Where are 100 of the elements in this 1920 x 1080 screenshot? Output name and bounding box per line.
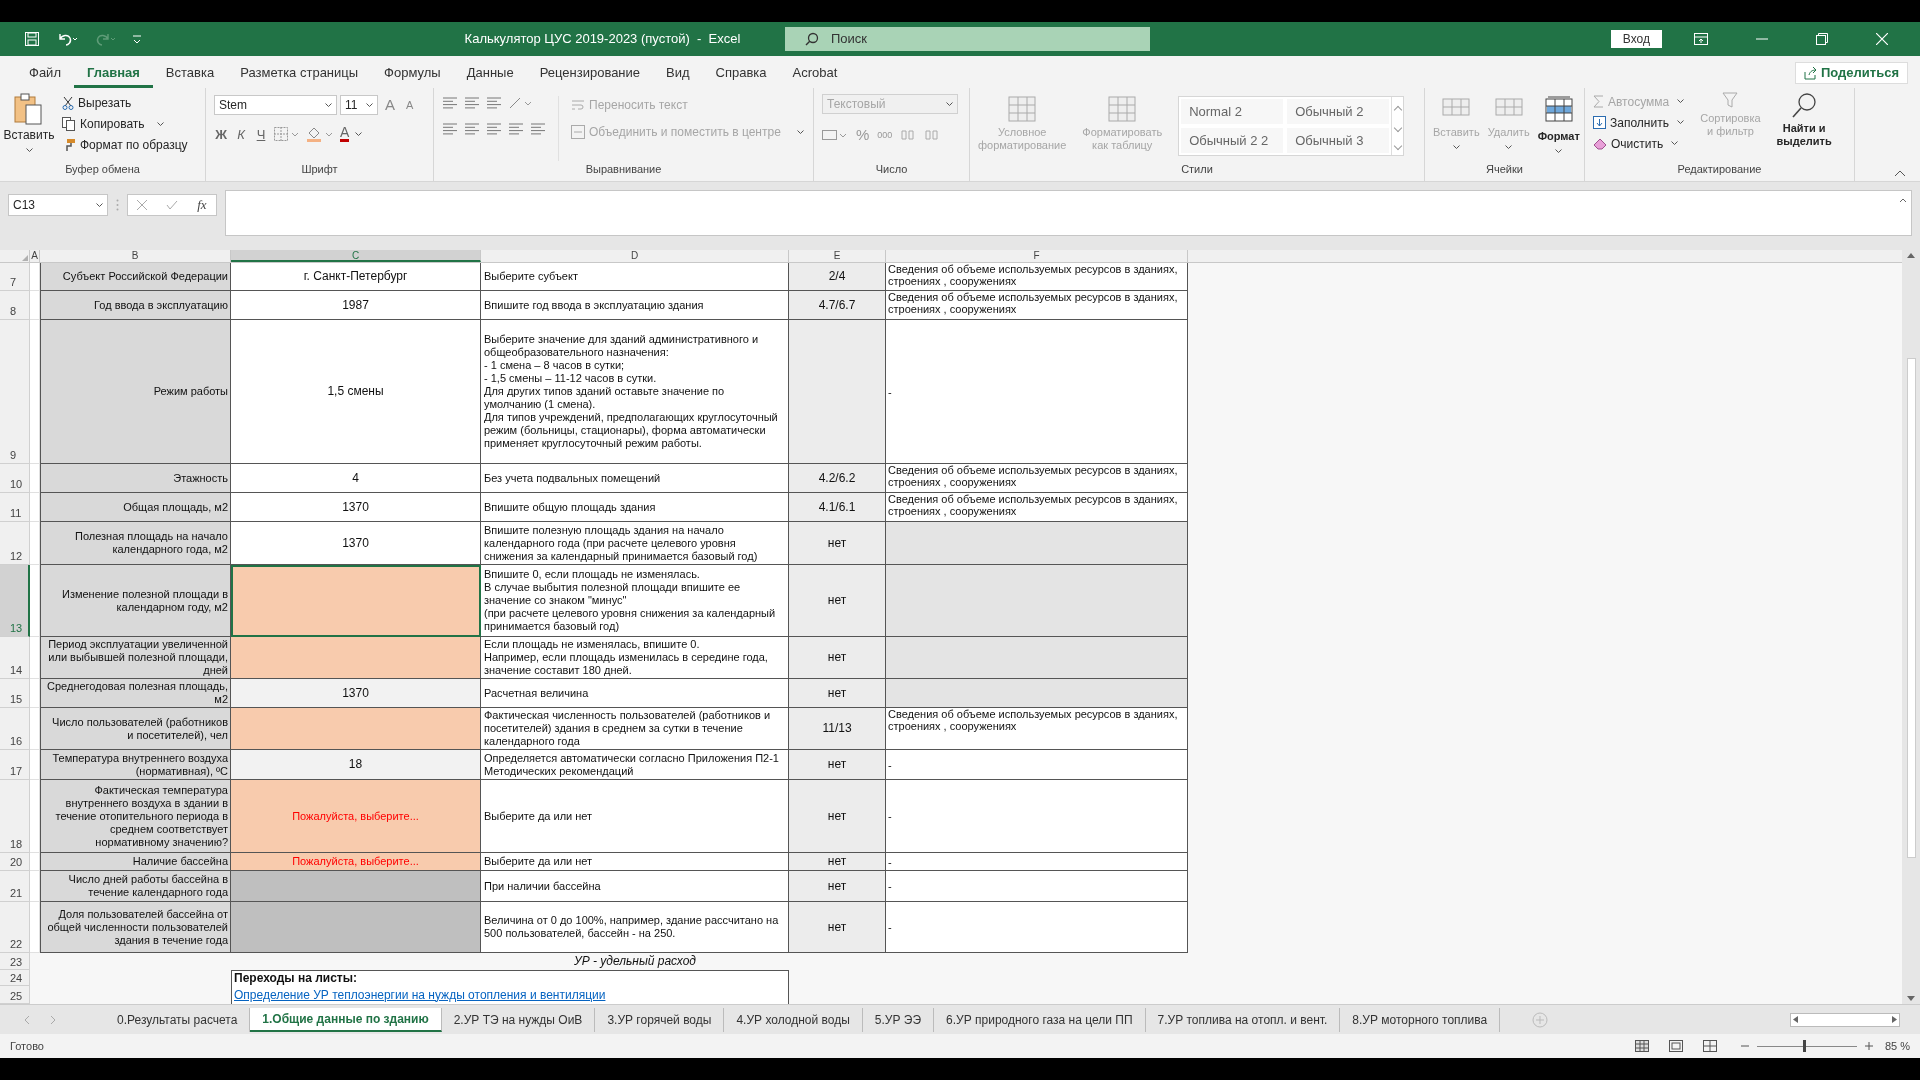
- row-header[interactable]: 10: [0, 464, 30, 493]
- reference-cell[interactable]: нет: [789, 902, 886, 953]
- underline-button[interactable]: Ч: [254, 124, 268, 144]
- value-cell[interactable]: 4: [231, 464, 481, 493]
- zoom-level-text[interactable]: 85 %: [1884, 1037, 1910, 1055]
- italic-button[interactable]: К: [234, 124, 248, 144]
- sheet-tab[interactable]: 3.УР горячей воды: [595, 1007, 725, 1032]
- row-header[interactable]: 8: [0, 291, 30, 320]
- currency-icon[interactable]: [822, 128, 848, 143]
- hint-cell[interactable]: Фактическая численность пользователей (работников и посетителей) здания в среднем за сутки в течение календарного года: [481, 708, 789, 750]
- input-cell[interactable]: [231, 637, 481, 679]
- format-cells-button[interactable]: Формат: [1537, 96, 1580, 154]
- hint-cell[interactable]: Выберите субъект: [481, 263, 789, 291]
- reference-cell[interactable]: нет: [789, 780, 886, 853]
- cell-style-item[interactable]: Обычный 2: [1287, 99, 1390, 124]
- formula-input[interactable]: [225, 190, 1912, 236]
- source-cell[interactable]: Сведения об объеме используемых ресурсов в зданиях, строениях , сооружениях: [886, 464, 1188, 493]
- reference-cell[interactable]: нет: [789, 565, 886, 637]
- ribbon-tab[interactable]: Acrobat: [779, 62, 851, 88]
- zoom-out-icon[interactable]: [1740, 1042, 1749, 1050]
- reference-cell[interactable]: нет: [789, 853, 886, 871]
- orientation-icon[interactable]: [508, 96, 532, 110]
- row-header[interactable]: 20: [0, 853, 30, 871]
- ribbon-tab[interactable]: Вставка: [152, 62, 228, 88]
- reference-cell[interactable]: [789, 320, 886, 464]
- sheet-tab[interactable]: 8.УР моторного топлива: [1340, 1007, 1501, 1032]
- align-center-icon[interactable]: [464, 122, 480, 136]
- column-header[interactable]: A: [30, 250, 40, 262]
- source-cell[interactable]: [886, 565, 1188, 637]
- label-cell[interactable]: Режим работы: [40, 320, 231, 464]
- page-break-icon[interactable]: [1702, 1040, 1717, 1052]
- fill-button[interactable]: Заполнить: [1593, 113, 1685, 132]
- ribbon-tab[interactable]: Данные: [453, 62, 527, 88]
- cell-style-item[interactable]: Обычный 3: [1287, 128, 1390, 153]
- reference-cell[interactable]: 4.7/6.7: [789, 291, 886, 320]
- row-header[interactable]: 12: [0, 522, 30, 565]
- sheet-tab[interactable]: 5.УР ЭЭ: [862, 1007, 935, 1032]
- sign-in-button[interactable]: Вход: [1610, 30, 1662, 48]
- source-cell[interactable]: -: [886, 871, 1188, 902]
- reference-cell[interactable]: 11/13: [789, 708, 886, 750]
- label-cell[interactable]: Число дней работы бассейна в течение календарного года: [40, 871, 231, 902]
- hint-cell[interactable]: Впишите полезную площадь здания на начало календарного года (при расчете целевого уровня снижения за календарный принимается базовый год): [481, 522, 789, 565]
- label-cell[interactable]: Число пользователей (работников и посетителей), чел: [40, 708, 231, 750]
- row-header[interactable]: 15: [0, 679, 30, 708]
- cut-button[interactable]: Вырезать: [62, 94, 188, 112]
- cell-style-item[interactable]: Normal 2: [1181, 99, 1284, 124]
- value-cell[interactable]: 1370: [231, 679, 481, 708]
- source-cell[interactable]: -: [886, 750, 1188, 780]
- save-icon[interactable]: [24, 31, 40, 47]
- label-cell[interactable]: Полезная площадь на начало календарного года, м2: [40, 522, 231, 565]
- align-bottom-icon[interactable]: [486, 96, 502, 110]
- clear-button[interactable]: Очистить: [1593, 134, 1685, 153]
- label-cell[interactable]: Наличие бассейна: [40, 853, 231, 871]
- ribbon-display-icon[interactable]: [1694, 33, 1708, 45]
- ribbon-tab[interactable]: Формулы: [371, 62, 454, 88]
- normal-view-icon[interactable]: [1634, 1040, 1649, 1052]
- next-sheet-icon[interactable]: [50, 1015, 56, 1024]
- name-box[interactable]: C13: [8, 194, 108, 216]
- bold-button[interactable]: Ж: [214, 124, 228, 144]
- label-cell[interactable]: Общая площадь, м2: [40, 493, 231, 522]
- label-cell[interactable]: Изменение полезной площади в календарном году, м2: [40, 565, 231, 637]
- hint-cell[interactable]: Впишите общую площадь здания: [481, 493, 789, 522]
- reference-cell[interactable]: 2/4: [789, 263, 886, 291]
- fill-color-icon[interactable]: [306, 126, 334, 143]
- source-cell[interactable]: Сведения об объеме используемых ресурсов в зданиях, строениях , сооружениях: [886, 708, 1188, 750]
- hint-cell[interactable]: Выберите значение для зданий административного и общеобразовательного назначения: - 1 смена – 8 часов в сутки; - 1,5 смены – 11-12 часов в сутки. Для других типов зданий оставьте значение по умолчанию (1 смена). Для типов учреждений, предполагающих круглосуточный режим (больницы, стационары), форма автоматически применяет круглосуточный режим работы.: [481, 320, 789, 464]
- borders-icon[interactable]: [274, 127, 300, 142]
- label-cell[interactable]: Этажность: [40, 464, 231, 493]
- decrease-indent-icon[interactable]: [508, 122, 524, 136]
- column-header[interactable]: F: [886, 250, 1188, 262]
- input-cell[interactable]: [231, 565, 481, 637]
- enter-icon[interactable]: [166, 200, 179, 210]
- hint-cell[interactable]: Величина от 0 до 100%, например, здание рассчитано на 500 пользователей, бассейн - на 250.: [481, 902, 789, 953]
- value-cell[interactable]: г. Санкт-Петербург: [231, 263, 481, 291]
- row-header[interactable]: 22: [0, 902, 30, 953]
- expand-formula-icon[interactable]: [1899, 197, 1907, 203]
- align-right-icon[interactable]: [486, 122, 502, 136]
- value-cell[interactable]: 18: [231, 750, 481, 780]
- sheet-tab[interactable]: 4.УР холодной воды: [724, 1007, 863, 1032]
- redo-icon[interactable]: [94, 31, 116, 47]
- cancel-icon[interactable]: [137, 200, 148, 210]
- label-cell[interactable]: Субъект Российской Федерации: [40, 263, 231, 291]
- source-cell[interactable]: Сведения об объеме используемых ресурсов в зданиях, строениях , сооружениях: [886, 493, 1188, 522]
- copy-button[interactable]: Копировать: [62, 115, 188, 133]
- source-cell[interactable]: -: [886, 780, 1188, 853]
- row-header[interactable]: 7: [0, 263, 30, 291]
- cell-style-item[interactable]: Обычный 2 2: [1181, 128, 1284, 153]
- font-color-button[interactable]: A: [340, 126, 350, 143]
- label-cell[interactable]: Среднегодовая полезная площадь, м2: [40, 679, 231, 708]
- source-cell[interactable]: Сведения об объеме используемых ресурсов в зданиях, строениях , сооружениях: [886, 291, 1188, 320]
- reference-cell[interactable]: нет: [789, 637, 886, 679]
- hint-cell[interactable]: Если площадь не изменялась, впишите 0. Например, если площадь изменилась в середине года, значение составит 180 дней.: [481, 637, 789, 679]
- scroll-left-icon[interactable]: [1793, 1016, 1798, 1023]
- reference-cell[interactable]: нет: [789, 750, 886, 780]
- horizontal-scrollbar[interactable]: [1790, 1012, 1900, 1027]
- align-top-icon[interactable]: [442, 96, 458, 110]
- restore-icon[interactable]: [1816, 33, 1828, 45]
- sheet-tab[interactable]: 7.УР топлива на отопл. и вент.: [1145, 1007, 1341, 1032]
- row-header[interactable]: 9: [0, 320, 30, 464]
- ribbon-tab[interactable]: Рецензирование: [526, 62, 654, 88]
